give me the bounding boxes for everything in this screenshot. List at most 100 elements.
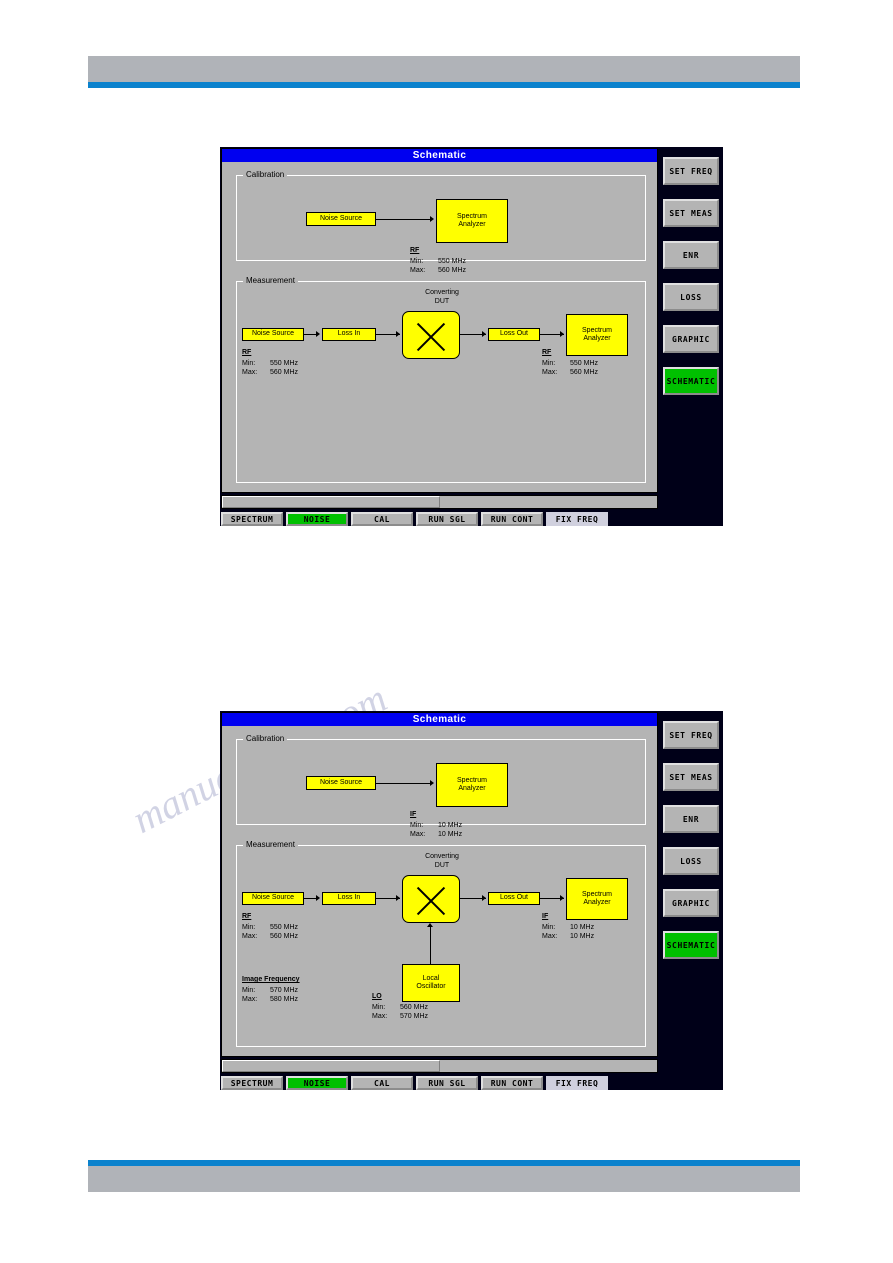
meas-input-header-1: RF [242, 349, 252, 356]
lo-freq-max-label: Max: [372, 1013, 388, 1020]
meas-input-freq-1: RF Min: 550 MHz Max: 560 MHz [242, 348, 298, 377]
softkey-enr[interactable]: ENR [663, 241, 719, 269]
dut-caption-2: Converting DUT [425, 853, 459, 869]
hardkey-run-cont[interactable]: RUN CONT [481, 1076, 543, 1090]
arrow-meas-2b [396, 895, 400, 901]
noise-source-block-meas-2: Noise Source [242, 892, 304, 905]
cal-freq-header-2: IF [410, 811, 417, 818]
meas-output-freq-1: RF Min: 550 MHz Max: 560 MHz [542, 348, 598, 377]
meas-input-min-value-2: 550 MHz [270, 924, 299, 931]
image-freq-max-value: 580 MHz [270, 996, 299, 1003]
meas-input-min-value-1: 550 MHz [270, 360, 299, 367]
softkey-set-meas[interactable]: SET MEAS [663, 199, 719, 227]
wire-cal-2 [376, 783, 432, 784]
hardkey-run-cont[interactable]: RUN CONT [481, 512, 543, 526]
local-oscillator-label: Local Oscillator [416, 974, 446, 991]
status-bar-1 [221, 495, 658, 509]
converting-dut-block-1 [402, 311, 460, 359]
lo-freq-min-value: 560 MHz [400, 1004, 429, 1011]
image-freq-min-value: 570 MHz [270, 987, 299, 994]
cal-max-value-2: 10 MHz [438, 831, 463, 838]
hardkey-spectrum[interactable]: SPECTRUM [221, 1076, 283, 1090]
meas-input-freq-2: RF Min: 550 MHz Max: 560 MHz [242, 912, 298, 941]
meas-input-max-value-1: 560 MHz [270, 369, 299, 376]
meas-output-min-value-2: 10 MHz [570, 924, 595, 931]
cal-max-label-1: Max: [410, 267, 426, 274]
arrow-cal-1 [430, 216, 434, 222]
softkey-schematic[interactable]: SCHEMATIC [663, 367, 719, 395]
loss-in-block-1: Loss In [322, 328, 376, 341]
status-field-left-2 [222, 1060, 440, 1072]
cal-freq-labels-1: RF Min: 550 MHz Max: 560 MHz [410, 246, 466, 275]
status-bar-2 [221, 1059, 658, 1073]
window-title-2: Schematic [222, 713, 657, 726]
cal-max-label-2: Max: [410, 831, 426, 838]
lo-freq-min-label: Min: [372, 1004, 386, 1011]
cal-min-label-1: Min: [410, 258, 424, 265]
lo-frequency-labels: LO Min: 560 MHz Max: 570 MHz [372, 992, 428, 1021]
image-freq-min-label: Min: [242, 987, 256, 994]
status-field-left-1 [222, 496, 440, 508]
hardkey-fix-freq[interactable]: FIX FREQ [546, 512, 608, 526]
hardkey-cal[interactable]: CAL [351, 1076, 413, 1090]
noise-source-label: Noise Source [319, 214, 363, 222]
softkey-enr[interactable]: ENR [663, 805, 719, 833]
arrow-meas-1d [560, 331, 564, 337]
hardkey-run-sgl[interactable]: RUN SGL [416, 1076, 478, 1090]
hardkey-noise[interactable]: NOISE [286, 512, 348, 526]
meas-output-min-value-1: 550 MHz [570, 360, 599, 367]
noise-source-label: Noise Source [319, 778, 363, 786]
loss-in-label: Loss In [337, 330, 361, 338]
softkey-graphic[interactable]: GRAPHIC [663, 889, 719, 917]
lo-freq-header: LO [372, 993, 382, 1000]
meas-output-max-value-2: 10 MHz [570, 933, 595, 940]
instrument-screen-2: Schematic Calibration Noise Source Spect… [220, 711, 723, 1090]
hardkey-spectrum[interactable]: SPECTRUM [221, 512, 283, 526]
schematic-panel-2: Schematic Calibration Noise Source Spect… [221, 712, 658, 1057]
softkey-panel-1: SET FREQ SET MEAS ENR LOSS GRAPHIC SCHEM… [660, 148, 722, 509]
softkey-set-freq[interactable]: SET FREQ [663, 721, 719, 749]
loss-in-label: Loss In [337, 894, 361, 902]
meas-output-min-label-1: Min: [542, 360, 556, 367]
meas-input-max-value-2: 560 MHz [270, 933, 299, 940]
spectrum-analyzer-label: Spectrum Analyzer [457, 212, 487, 229]
status-field-right-1 [440, 496, 657, 508]
spectrum-analyzer-label: Spectrum Analyzer [582, 890, 612, 907]
hardkey-cal[interactable]: CAL [351, 512, 413, 526]
lo-freq-max-value: 570 MHz [400, 1013, 429, 1020]
arrow-meas-1c [482, 331, 486, 337]
hardkey-fix-freq[interactable]: FIX FREQ [546, 1076, 608, 1090]
softkey-schematic[interactable]: SCHEMATIC [663, 931, 719, 959]
softkey-set-freq[interactable]: SET FREQ [663, 157, 719, 185]
calibration-group-label-2: Calibration [243, 734, 288, 743]
meas-output-header-2: IF [542, 913, 549, 920]
softkey-loss[interactable]: LOSS [663, 847, 719, 875]
meas-output-max-value-1: 560 MHz [570, 369, 599, 376]
cal-freq-header-1: RF [410, 247, 420, 254]
hardkey-run-sgl[interactable]: RUN SGL [416, 512, 478, 526]
instrument-screen-1: Schematic Calibration Noise Source Spect… [220, 147, 723, 526]
softkey-loss[interactable]: LOSS [663, 283, 719, 311]
arrow-meas-2c [482, 895, 486, 901]
hardkey-noise[interactable]: NOISE [286, 1076, 348, 1090]
cal-min-value-1: 550 MHz [438, 258, 467, 265]
wire-cal-1 [376, 219, 432, 220]
measurement-group-label-2: Measurement [243, 840, 298, 849]
softkey-graphic[interactable]: GRAPHIC [663, 325, 719, 353]
hardkey-bar-1: SPECTRUM NOISE CAL RUN SGL RUN CONT FIX … [221, 512, 608, 526]
spectrum-analyzer-block-cal-2: Spectrum Analyzer [436, 763, 508, 807]
spectrum-analyzer-block-cal-1: Spectrum Analyzer [436, 199, 508, 243]
meas-input-min-label-2: Min: [242, 924, 256, 931]
page-header-rule [88, 82, 800, 88]
cal-min-value-2: 10 MHz [438, 822, 463, 829]
meas-input-header-2: RF [242, 913, 252, 920]
hardkey-bar-2: SPECTRUM NOISE CAL RUN SGL RUN CONT FIX … [221, 1076, 608, 1090]
image-frequency-labels: Image Frequency Min: 570 MHz Max: 580 MH… [242, 975, 300, 1004]
arrow-cal-2 [430, 780, 434, 786]
measurement-group-label-1: Measurement [243, 276, 298, 285]
page-footer-bar [88, 1166, 800, 1192]
softkey-set-meas[interactable]: SET MEAS [663, 763, 719, 791]
loss-in-block-2: Loss In [322, 892, 376, 905]
calibration-group-label-1: Calibration [243, 170, 288, 179]
arrow-meas-1b [396, 331, 400, 337]
